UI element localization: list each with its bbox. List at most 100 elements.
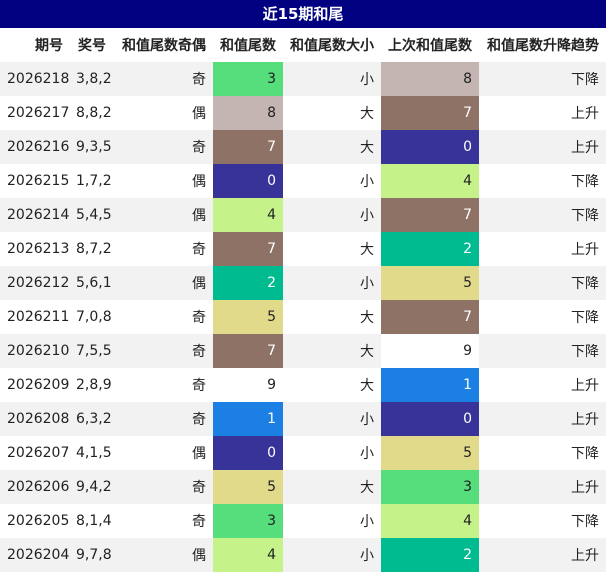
size-cell: 大 [360,310,374,326]
parity-cell: 偶 [192,276,206,292]
size-cell: 小 [360,276,374,292]
parity-cell: 奇 [192,378,206,394]
prev-tail-cell: 0 [381,402,479,436]
history-table: 期号 奖号 和值尾数奇偶 和值尾数 和值尾数大小 上次和值尾数 和值尾数升降趋势… [0,28,606,572]
parity-cell: 偶 [192,548,206,564]
issue-cell: 2026205 [7,513,70,529]
issue-cell: 2026211 [7,309,70,325]
issue-cell: 2026215 [7,173,70,189]
prev-tail-cell: 4 [381,504,479,538]
size-cell: 大 [360,378,374,394]
prev-tail-cell: 5 [381,266,479,300]
table-row: 2026213 8,7,2 奇 7 大 2 上升 [0,232,606,266]
size-cell: 小 [360,548,374,564]
tail-cell: 3 [213,504,283,538]
parity-cell: 奇 [192,140,206,156]
numbers-cell: 9,3,5 [76,139,112,155]
prev-tail-cell: 2 [381,232,479,266]
header-prev-tail: 上次和值尾数 [388,38,472,54]
trend-cell: 下降 [571,310,599,326]
trend-cell: 上升 [571,378,599,394]
size-cell: 大 [360,106,374,122]
tail-cell: 0 [213,164,283,198]
table-row: 2026212 5,6,1 偶 2 小 5 下降 [0,266,606,300]
size-cell: 小 [360,72,374,88]
parity-cell: 偶 [192,174,206,190]
numbers-cell: 5,4,5 [76,207,112,223]
table-row: 2026215 1,7,2 偶 0 小 4 下降 [0,164,606,198]
tail-cell: 2 [213,266,283,300]
table-row: 2026211 7,0,8 奇 5 大 7 下降 [0,300,606,334]
issue-cell: 2026210 [7,343,70,359]
size-cell: 大 [360,344,374,360]
size-cell: 小 [360,446,374,462]
prev-tail-cell: 9 [381,334,479,368]
issue-cell: 2026208 [7,411,70,427]
issue-cell: 2026209 [7,377,70,393]
numbers-cell: 8,1,4 [76,513,112,529]
tail-cell: 5 [213,470,283,504]
tail-cell: 1 [213,402,283,436]
trend-cell: 下降 [571,276,599,292]
header-issue: 期号 [35,38,63,54]
tail-cell: 8 [213,96,283,130]
size-cell: 小 [360,514,374,530]
tail-cell: 7 [213,334,283,368]
numbers-cell: 8,8,2 [76,105,112,121]
trend-cell: 上升 [571,140,599,156]
numbers-cell: 7,5,5 [76,343,112,359]
table-row: 2026218 3,8,2 奇 3 小 8 下降 [0,62,606,96]
table-row: 2026205 8,1,4 奇 3 小 4 下降 [0,504,606,538]
trend-cell: 上升 [571,106,599,122]
numbers-cell: 4,1,5 [76,445,112,461]
table-body: 2026218 3,8,2 奇 3 小 8 下降 2026217 8,8,2 偶 8 大 7 上升 2026… [0,62,606,572]
numbers-cell: 2,8,9 [76,377,112,393]
header-row: 期号 奖号 和值尾数奇偶 和值尾数 和值尾数大小 上次和值尾数 和值尾数升降趋势 [0,28,606,62]
parity-cell: 偶 [192,208,206,224]
trend-cell: 下降 [571,446,599,462]
numbers-cell: 1,7,2 [76,173,112,189]
tail-cell: 3 [213,62,283,96]
table-row: 2026214 5,4,5 偶 4 小 7 下降 [0,198,606,232]
size-cell: 大 [360,242,374,258]
parity-cell: 偶 [192,446,206,462]
tail-cell: 9 [213,368,283,402]
numbers-cell: 6,3,2 [76,411,112,427]
size-cell: 小 [360,208,374,224]
size-cell: 大 [360,480,374,496]
trend-cell: 上升 [571,480,599,496]
trend-cell: 下降 [571,514,599,530]
table-row: 2026206 9,4,2 奇 5 大 3 上升 [0,470,606,504]
trend-cell: 下降 [571,174,599,190]
issue-cell: 2026216 [7,139,70,155]
size-cell: 小 [360,174,374,190]
parity-cell: 奇 [192,242,206,258]
header-numbers: 奖号 [78,38,106,54]
table-row: 2026210 7,5,5 奇 7 大 9 下降 [0,334,606,368]
tail-cell: 7 [213,130,283,164]
prev-tail-cell: 1 [381,368,479,402]
trend-cell: 下降 [571,72,599,88]
trend-cell: 上升 [571,548,599,564]
trend-cell: 上升 [571,412,599,428]
parity-cell: 奇 [192,514,206,530]
tail-cell: 5 [213,300,283,334]
prev-tail-cell: 7 [381,300,479,334]
table-row: 2026217 8,8,2 偶 8 大 7 上升 [0,96,606,130]
tail-cell: 0 [213,436,283,470]
issue-cell: 2026207 [7,445,70,461]
numbers-cell: 7,0,8 [76,309,112,325]
tail-cell: 7 [213,232,283,266]
parity-cell: 奇 [192,310,206,326]
header-parity: 和值尾数奇偶 [122,38,206,54]
table-title: 近15期和尾 [0,0,606,28]
numbers-cell: 9,4,2 [76,479,112,495]
issue-cell: 2026218 [7,71,70,87]
trend-cell: 下降 [571,344,599,360]
prev-tail-cell: 8 [381,62,479,96]
numbers-cell: 3,8,2 [76,71,112,87]
issue-cell: 2026213 [7,241,70,257]
numbers-cell: 8,7,2 [76,241,112,257]
size-cell: 小 [360,412,374,428]
table-row: 2026204 9,7,8 偶 4 小 2 上升 [0,538,606,572]
